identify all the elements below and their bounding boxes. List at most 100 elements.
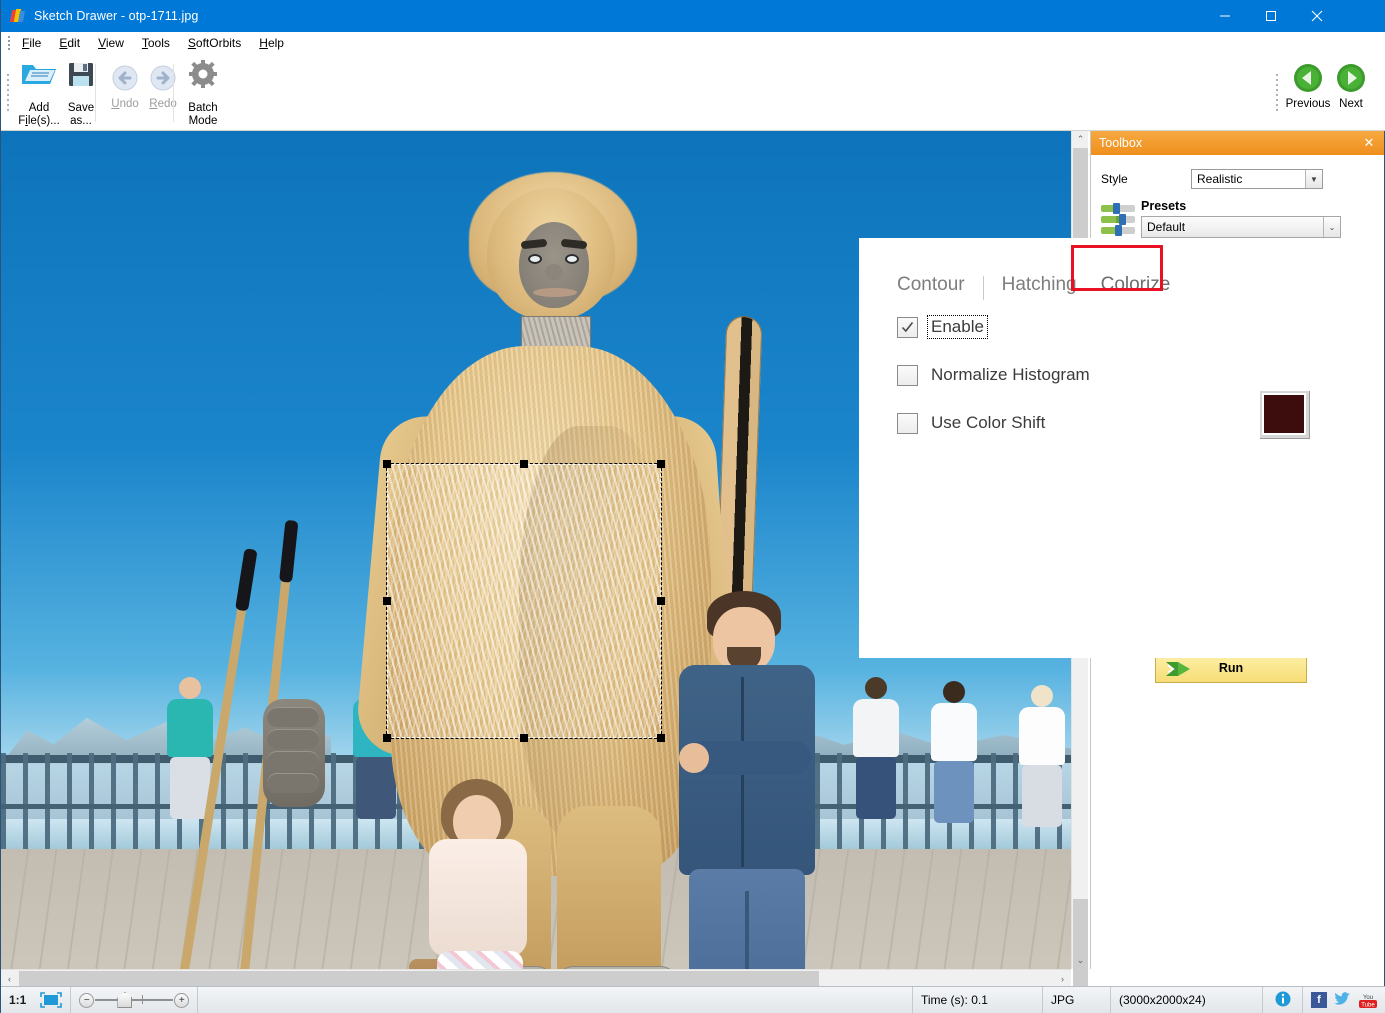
zoom-out-button[interactable]: − [79, 993, 94, 1008]
normalize-histogram-checkbox[interactable] [897, 365, 918, 386]
selection-handle-w[interactable] [383, 597, 391, 605]
twitter-icon[interactable] [1334, 992, 1351, 1009]
checkmark-icon [901, 321, 914, 334]
close-icon[interactable]: ✕ [1361, 135, 1377, 151]
menu-edit[interactable]: Edit [50, 33, 89, 53]
presets-select[interactable]: Default ⌄ [1141, 216, 1341, 238]
selection-handle-se[interactable] [657, 734, 665, 742]
next-label: Next [1339, 98, 1363, 111]
tab-divider [983, 276, 984, 300]
next-button[interactable]: Next [1327, 58, 1375, 128]
menu-file[interactable]: File [13, 33, 50, 53]
yeti-eye-left [528, 254, 542, 264]
man-person [673, 591, 825, 969]
enable-row: Enable [859, 316, 1384, 338]
enable-checkbox[interactable] [897, 317, 918, 338]
previous-label: Previous [1286, 98, 1331, 111]
fit-to-screen-button[interactable] [32, 987, 70, 1013]
child-jacket [429, 839, 527, 957]
normalize-histogram-label: Normalize Histogram [928, 364, 1093, 386]
fit-to-screen-icon [40, 992, 62, 1008]
image-dimensions: (3000x2000x24) [1111, 987, 1263, 1013]
scroll-right-button[interactable]: › [1054, 970, 1071, 987]
yeti-hand [263, 699, 325, 807]
facebook-icon[interactable]: f [1311, 992, 1327, 1008]
yeti-nose [545, 264, 563, 280]
application-window: Sketch Drawer - otp-1711.jpg File Edit V… [0, 0, 1385, 1013]
style-select[interactable]: Realistic ▼ [1191, 169, 1323, 189]
man-hand [679, 743, 709, 773]
enable-label: Enable [928, 316, 987, 338]
green-right-arrow-icon [1334, 58, 1368, 98]
sliders-icon [1101, 203, 1135, 237]
scroll-up-button[interactable]: ⌃ [1072, 131, 1089, 148]
menu-bar: File Edit View Tools SoftOrbits Help [1, 32, 1385, 54]
scroll-left-button[interactable]: ‹ [1, 970, 18, 987]
tab-contour[interactable]: Contour [885, 270, 977, 300]
normalize-histogram-row: Normalize Histogram [859, 364, 1384, 386]
presets-label: Presets [1141, 199, 1341, 213]
selection-handle-s[interactable] [520, 734, 528, 742]
horizontal-scrollbar[interactable]: ‹ › [1, 969, 1071, 986]
status-bar: 1:1 − + Time (s): 0.1 [1, 986, 1385, 1013]
toolbox-title: Toolbox [1099, 136, 1142, 150]
color-swatch-fill [1264, 395, 1304, 433]
background-person [853, 677, 899, 819]
style-value: Realistic [1197, 172, 1242, 186]
selection-handle-sw[interactable] [383, 734, 391, 742]
close-button[interactable] [1294, 0, 1340, 32]
presets-row: Presets Default ⌄ [1101, 199, 1374, 238]
zoom-in-button[interactable]: + [174, 993, 189, 1008]
chevron-down-icon[interactable]: ▼ [1305, 170, 1322, 188]
selection-handle-e[interactable] [657, 597, 665, 605]
toolbox-body: Style Realistic ▼ Presets Default ⌄ [1091, 155, 1384, 238]
selection-handle-n[interactable] [520, 460, 528, 468]
minimize-button[interactable] [1202, 0, 1248, 32]
minimize-icon [1219, 10, 1231, 22]
maximize-icon [1265, 10, 1277, 22]
save-as-label: Saveas... [68, 89, 94, 128]
menu-softorbits[interactable]: SoftOrbits [179, 33, 250, 53]
green-left-arrow-icon [1291, 58, 1325, 98]
yeti-mouth [533, 288, 577, 297]
maximize-button[interactable] [1248, 0, 1294, 32]
window-title: Sketch Drawer - otp-1711.jpg [34, 9, 198, 23]
processing-time: Time (s): 0.1 [913, 987, 1043, 1013]
menu-view[interactable]: View [89, 33, 133, 53]
background-person [931, 681, 977, 823]
file-format: JPG [1043, 987, 1111, 1013]
selection-handle-nw[interactable] [383, 460, 391, 468]
selection-handle-ne[interactable] [657, 460, 665, 468]
info-button[interactable] [1263, 987, 1303, 1013]
menu-grip-icon [4, 32, 13, 54]
svg-text:Tube: Tube [1361, 1002, 1375, 1008]
batch-mode-button[interactable]: BatchMode [175, 58, 231, 128]
chevron-down-icon[interactable]: ⌄ [1323, 217, 1340, 237]
zoom-slider[interactable]: − + [79, 991, 189, 1009]
child-person [413, 779, 543, 969]
close-icon [1311, 10, 1323, 22]
title-bar: Sketch Drawer - otp-1711.jpg [1, 0, 1385, 32]
scroll-down-button[interactable]: ⌄ [1072, 952, 1089, 969]
color-swatch-button[interactable] [1259, 390, 1309, 438]
menu-help[interactable]: Help [250, 33, 293, 53]
menu-tools[interactable]: Tools [133, 33, 179, 53]
style-row: Style Realistic ▼ [1101, 169, 1374, 189]
zoom-ratio-label: 1:1 [1, 993, 32, 1007]
toolbar-separator-2 [173, 64, 174, 122]
horizontal-scrollbar-thumb[interactable] [19, 971, 819, 986]
use-color-shift-label: Use Color Shift [928, 412, 1048, 434]
info-icon [1275, 991, 1291, 1010]
man-jeans-seam [745, 891, 749, 969]
youtube-icon[interactable]: You Tube [1358, 992, 1378, 1009]
zoom-slider-track [95, 999, 173, 1001]
tab-colorize[interactable]: Colorize [1089, 270, 1183, 300]
tab-hatching[interactable]: Hatching [990, 270, 1089, 300]
social-links: f You Tube [1303, 992, 1385, 1009]
zoom-slider-thumb[interactable] [117, 992, 132, 1008]
floppy-disk-icon [65, 58, 97, 89]
use-color-shift-checkbox[interactable] [897, 413, 918, 434]
background-person [167, 677, 213, 819]
toolbox-header: Toolbox ✕ [1091, 131, 1384, 155]
selection-rectangle[interactable] [387, 464, 661, 738]
